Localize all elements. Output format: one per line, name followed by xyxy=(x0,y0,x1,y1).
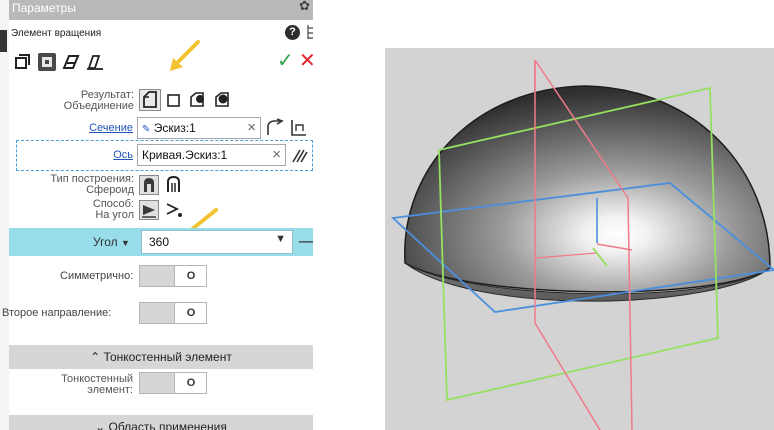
angle-dropdown-icon[interactable]: ▼ xyxy=(121,238,130,248)
chevron-up-icon: ⌃ xyxy=(90,350,101,364)
edge-marker xyxy=(0,30,7,52)
method-value: На угол xyxy=(95,209,134,221)
3d-viewport[interactable] xyxy=(385,48,774,430)
appearance-tab-icon[interactable] xyxy=(37,52,57,72)
yellow-pointer-arrow xyxy=(170,40,200,71)
by-angle-icon[interactable] xyxy=(139,200,159,220)
panel-titlebar: Параметры ✿ xyxy=(9,0,313,20)
select-sketch-icon[interactable] xyxy=(265,118,284,137)
thin-wall-section-title: Тонкостенный элемент xyxy=(103,350,232,364)
panel-toolbar: ✓ ✕ xyxy=(9,40,313,76)
spheroid-icon[interactable] xyxy=(139,175,159,195)
model-view xyxy=(390,59,774,430)
toggle-knob: O xyxy=(174,266,207,286)
properties-panel: Параметры ✿ Элемент вращения ? ✓ ✕ Резул… xyxy=(0,0,313,430)
axis-field[interactable]: Кривая.Эскиз:1 × xyxy=(137,144,286,166)
element-header: Элемент вращения ? xyxy=(9,20,313,48)
thin-wall-label-group: Тонкостенный элемент: xyxy=(40,374,133,396)
axis-pick-icon[interactable] xyxy=(290,146,309,165)
build-type-label-group: Тип построения: Сфероид xyxy=(20,174,134,196)
union-icon[interactable] xyxy=(139,89,161,111)
sketch-value: Эскиз:1 xyxy=(153,121,196,135)
toggle-track xyxy=(140,303,174,323)
clear-sketch-icon[interactable]: × xyxy=(247,119,256,136)
element-name: Элемент вращения xyxy=(11,28,102,39)
result-value: Объединение xyxy=(63,100,134,112)
toggle-track xyxy=(140,266,174,286)
method-label-group: Способ: На угол xyxy=(30,199,134,221)
scope-section-title: Область применения xyxy=(108,420,227,430)
gear-icon[interactable]: ✿ xyxy=(299,0,310,14)
result-label-group: Результат: Объединение xyxy=(30,90,134,112)
toroid-icon[interactable] xyxy=(164,175,183,194)
help-icon[interactable]: ? xyxy=(285,25,300,40)
section-label: Сечение xyxy=(40,123,133,134)
section-link[interactable]: Сечение xyxy=(89,122,133,134)
angle-label: Угол xyxy=(93,235,118,249)
ok-check-icon[interactable]: ✓ xyxy=(277,48,294,73)
chevron-down-icon[interactable]: ▼ xyxy=(275,233,286,245)
toggle-knob: O xyxy=(174,303,207,323)
symmetric-toggle[interactable]: O xyxy=(139,265,207,287)
new-body-icon[interactable] xyxy=(165,91,184,110)
toggle-track xyxy=(140,373,174,393)
direction-arrow-icon[interactable]: ⟶ xyxy=(298,232,313,252)
axis-label: Ось xyxy=(40,150,133,161)
chevron-down-icon: ⌄ xyxy=(95,420,106,430)
edit-sketch-icon[interactable] xyxy=(289,118,308,137)
subtract-icon[interactable] xyxy=(188,90,207,109)
panel-title: Параметры xyxy=(12,1,76,15)
axis-link[interactable]: Ось xyxy=(113,149,133,161)
build-type-value: Сфероид xyxy=(86,184,134,196)
intersect-icon[interactable] xyxy=(213,90,232,109)
angle-value: 360 xyxy=(149,235,170,249)
left-edge-strip xyxy=(0,0,9,430)
print-tab-icon[interactable] xyxy=(85,52,105,72)
angle-row: Угол ▼ 360 ▼ ⟶ xyxy=(9,228,313,256)
angle-label-wrap[interactable]: Угол ▼ xyxy=(93,235,130,249)
thin-wall-toggle[interactable]: O xyxy=(139,372,207,394)
parameters-tab-icon[interactable] xyxy=(13,52,33,72)
second-direction-label: Второе направление: xyxy=(2,307,112,319)
properties-tab-icon[interactable] xyxy=(61,52,81,72)
axis-value: Кривая.Эскиз:1 xyxy=(142,148,228,162)
symmetric-label: Симметрично: xyxy=(60,270,134,282)
thin-wall-section-header[interactable]: ⌃ Тонкостенный элемент xyxy=(9,345,313,369)
cancel-x-icon[interactable]: ✕ xyxy=(299,48,313,73)
sketch-field[interactable]: ✎ Эскиз:1 × xyxy=(137,117,261,139)
pencil-icon: ✎ xyxy=(142,124,151,135)
toggle-knob: O xyxy=(174,373,207,393)
scope-section-header[interactable]: ⌄ Область применения xyxy=(9,415,313,430)
tree-icon[interactable] xyxy=(306,24,313,40)
angle-input[interactable]: 360 ▼ xyxy=(141,230,293,254)
clear-axis-icon[interactable]: × xyxy=(272,146,281,163)
second-direction-toggle[interactable]: O xyxy=(139,302,207,324)
thin-wall-label-2: элемент: xyxy=(87,384,133,396)
